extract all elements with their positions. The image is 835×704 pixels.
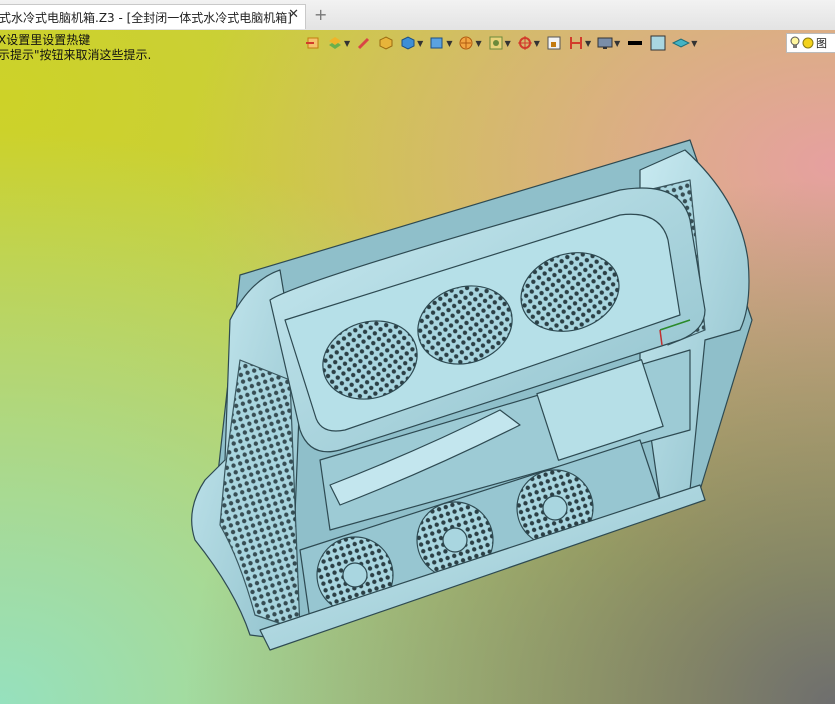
frame-icon[interactable] [544,33,564,53]
exit-icon[interactable] [303,33,323,53]
color-swatch-icon[interactable] [648,33,668,53]
layers-icon[interactable]: ▼ [325,33,352,53]
light-bulb-icon [790,36,800,48]
display-toggle[interactable]: 图 [786,33,835,53]
display-toggle-label: 图 [816,37,827,50]
view-cube-icon[interactable]: ▼ [427,33,454,53]
hint-text: X设置里设置热键 示提示"按钮来取消这些提示. [0,33,151,63]
close-icon[interactable]: ✕ [288,7,299,22]
pen-icon[interactable] [354,33,374,53]
render-sphere-icon[interactable]: ▼ [456,33,483,53]
crosshair-icon[interactable]: ▼ [515,33,542,53]
new-tab-button[interactable]: + [314,5,327,24]
hint-line: X设置里设置热键 [0,33,91,47]
hint-line: 示提示"按钮来取消这些提示. [0,48,152,62]
monitor-icon[interactable]: ▼ [595,33,622,53]
dimension-icon[interactable]: ▼ [566,33,593,53]
sun-icon [802,37,814,49]
line-style-icon[interactable] [624,33,646,53]
view-toolbar: ▼ ▼ ▼ ▼ ▼ ▼ ▼ ▼ ▼ [303,33,699,53]
3d-viewport[interactable]: X设置里设置热键 示提示"按钮来取消这些提示. ▼ ▼ ▼ ▼ ▼ ▼ ▼ ▼ … [0,30,835,704]
tab-bar: 式水冷式电脑机箱.Z3 - [全封闭一体式水冷式电脑机箱] ✕ + [0,0,835,31]
plane-icon[interactable]: ▼ [670,33,699,53]
material-icon[interactable]: ▼ [486,33,513,53]
solid-box-icon[interactable] [376,33,396,53]
pc-case-model[interactable] [0,30,835,704]
document-tab[interactable]: 式水冷式电脑机箱.Z3 - [全封闭一体式水冷式电脑机箱] ✕ [0,4,306,29]
document-tab-title: 式水冷式电脑机箱.Z3 - [全封闭一体式水冷式电脑机箱] [0,10,292,25]
cube-icon[interactable]: ▼ [398,33,425,53]
